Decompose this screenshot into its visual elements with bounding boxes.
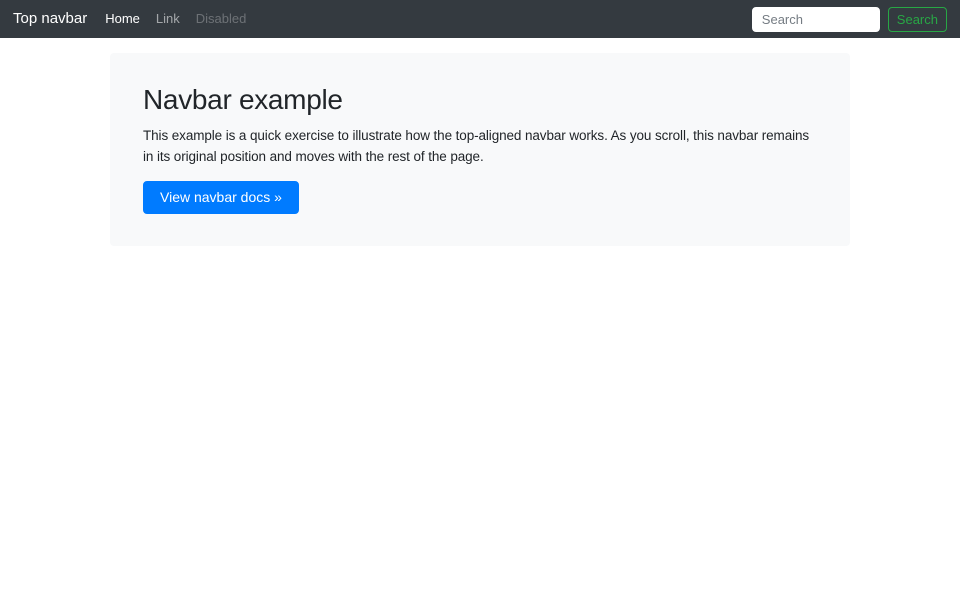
view-navbar-docs-button[interactable]: View navbar docs » [143, 181, 299, 214]
search-input[interactable] [751, 6, 880, 32]
navbar-brand[interactable]: Top navbar [13, 0, 87, 38]
hero-panel: Navbar example This example is a quick e… [110, 53, 850, 246]
hero-description: This example is a quick exercise to illu… [143, 128, 810, 164]
nav-link-home[interactable]: Home [97, 0, 148, 38]
nav-link-disabled: Disabled [195, 11, 247, 26]
search-button[interactable]: Search [887, 6, 947, 32]
main-content: Navbar example This example is a quick e… [110, 53, 850, 246]
nav-link-link[interactable]: Link [148, 0, 188, 38]
navbar-search-form: Search [751, 6, 947, 32]
top-navbar: Top navbar Home Link Disabled Search [0, 0, 960, 38]
navbar-nav: Home Link Disabled [97, 0, 752, 38]
page-title: Navbar example [143, 84, 343, 115]
